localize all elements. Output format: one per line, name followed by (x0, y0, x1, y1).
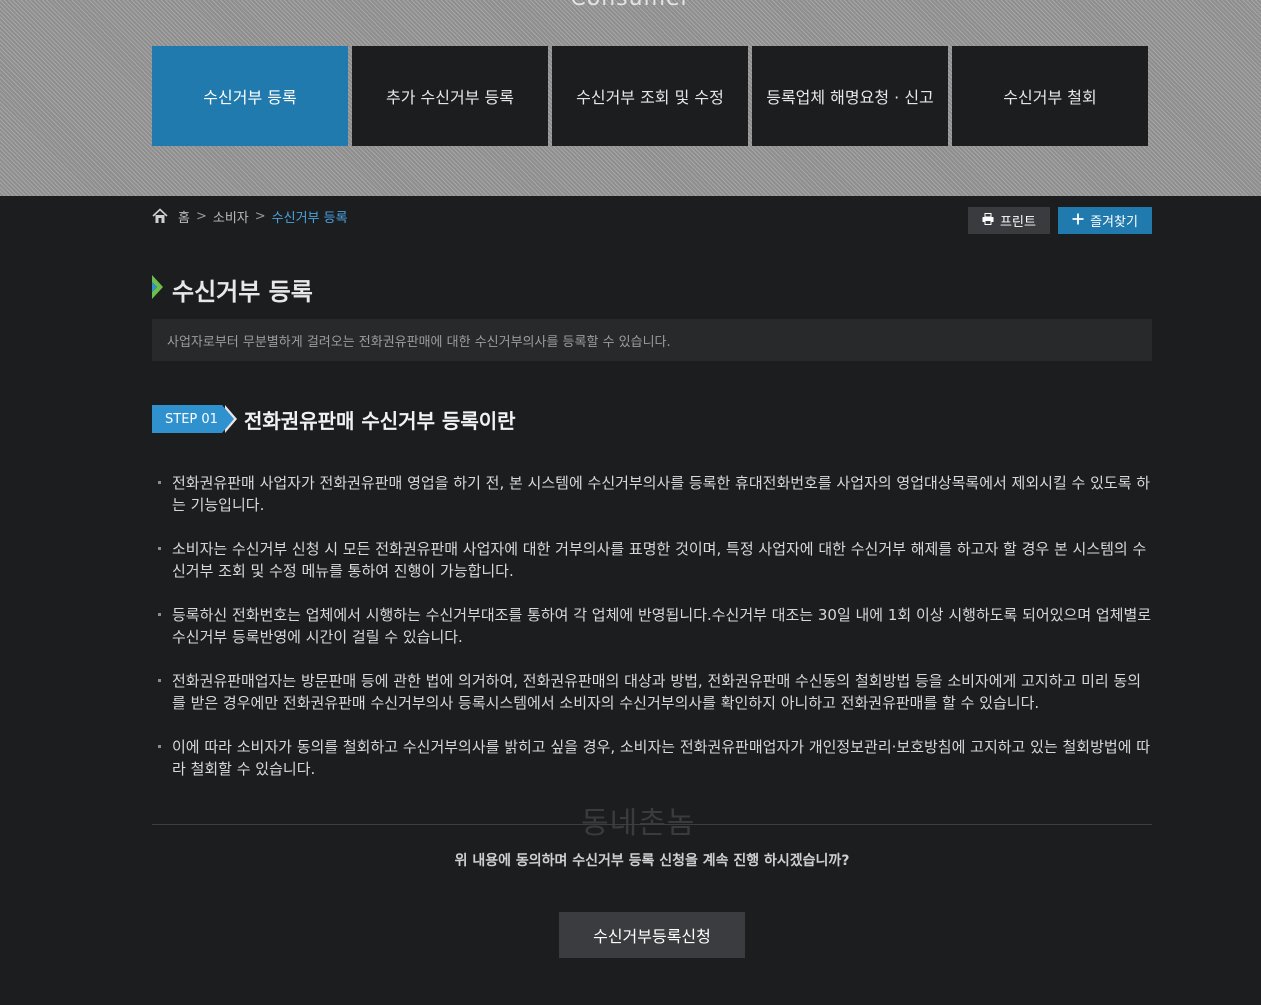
confirm-question: 위 내용에 동의하며 수신거부 등록 신청을 계속 진행 하시겠습니까? (454, 853, 850, 869)
chevron-right-icon (152, 274, 164, 304)
step-header: STEP 01 전화권유판매 수신거부 등록이란 (152, 403, 516, 435)
breadcrumb-home[interactable]: 홈 (178, 207, 190, 226)
print-label: 프린트 (1000, 215, 1036, 230)
list-item: 등록하신 전화번호는 업체에서 시행하는 수신거부대조를 통하여 각 업체에 반… (152, 604, 1154, 648)
printer-icon (982, 212, 994, 229)
tab-additional-refusal[interactable]: 추가 수신거부 등록 (352, 46, 548, 146)
page-title: 수신거부 등록 (172, 277, 313, 306)
home-icon[interactable] (152, 208, 168, 224)
apply-refusal-button[interactable]: 수신거부등록신청 (559, 912, 745, 958)
tab-lookup-modify[interactable]: 수신거부 조회 및 수정 (552, 46, 748, 146)
tab-explanation-report[interactable]: 등록업체 해명요청 · 신고 (752, 46, 948, 146)
tab-withdraw-refusal[interactable]: 수신거부 철회 (952, 46, 1148, 146)
list-item: 이에 따라 소비자가 동의를 철회하고 수신거부의사를 밝히고 싶을 경우, 소… (152, 736, 1154, 780)
list-item: 전화권유판매업자는 방문판매 등에 관한 법에 의거하여, 전화권유판매의 대상… (152, 670, 1154, 714)
tab-register-refusal[interactable]: 수신거부 등록 (152, 46, 348, 146)
tab-bar: 수신거부 등록 추가 수신거부 등록 수신거부 조회 및 수정 등록업체 해명요… (152, 46, 1152, 146)
favorite-button[interactable]: 즐겨찾기 (1058, 207, 1152, 234)
list-item: 소비자는 수신거부 신청 시 모든 전화권유판매 사업자에 대한 거부의사를 표… (152, 538, 1154, 582)
breadcrumb-current: 수신거부 등록 (271, 210, 348, 226)
hero-banner: Consumer 수신거부 등록 추가 수신거부 등록 수신거부 조회 및 수정… (0, 0, 1261, 196)
favorite-label: 즐겨찾기 (1090, 215, 1138, 230)
breadcrumb-consumer[interactable]: 소비자 (213, 207, 249, 226)
divider (152, 824, 1152, 825)
page-description: 사업자로부터 무분별하게 걸려오는 전화권유판매에 대한 수신거부의사를 등록할… (152, 319, 1152, 361)
breadcrumb-separator: > (254, 208, 266, 224)
page-title-block: 수신거부 등록 (152, 272, 313, 306)
breadcrumb: 홈 > 소비자 > 수신거부 등록 (152, 207, 348, 226)
step-badge: STEP 01 (152, 405, 237, 433)
step-title: 전화권유판매 수신거부 등록이란 (244, 408, 516, 433)
plus-icon (1072, 213, 1084, 229)
info-list: 전화권유판매 사업자가 전화권유판매 영업을 하기 전, 본 시스템에 수신거부… (152, 472, 1154, 802)
breadcrumb-separator: > (195, 208, 207, 224)
page-description-text: 사업자로부터 무분별하게 걸려오는 전화권유판매에 대한 수신거부의사를 등록할… (167, 334, 671, 350)
print-button[interactable]: 프린트 (968, 207, 1050, 234)
list-item: 전화권유판매 사업자가 전화권유판매 영업을 하기 전, 본 시스템에 수신거부… (152, 472, 1154, 516)
hero-title: Consumer (0, 0, 1261, 11)
watermark-text: 동네촌놈 (581, 806, 696, 841)
